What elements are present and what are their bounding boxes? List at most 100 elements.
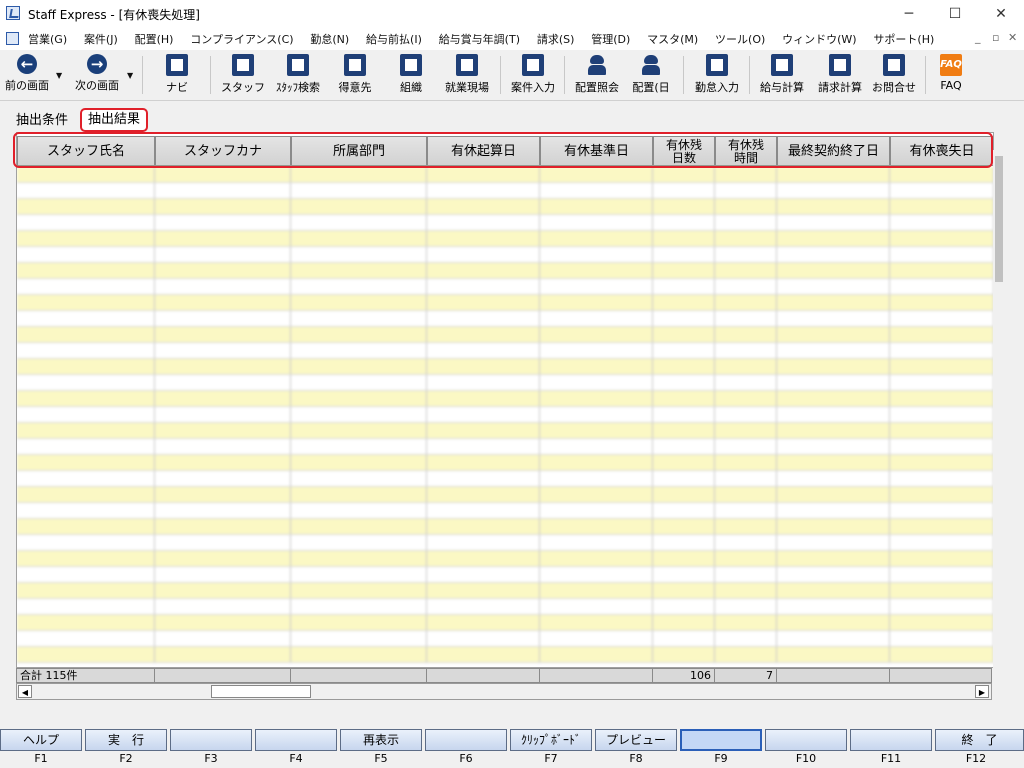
menu-window[interactable]: ウィンドウ(W) [782, 31, 856, 47]
menu-salary-advance[interactable]: 給与前払(I) [366, 31, 422, 47]
function-key-f10[interactable] [765, 729, 847, 751]
worksite-button[interactable]: 就業現場 [440, 52, 494, 98]
function-key-f11[interactable] [850, 729, 932, 751]
scroll-left-icon[interactable]: ◀ [18, 685, 32, 698]
function-key-f7[interactable]: ｸﾘｯﾌﾟﾎﾞｰﾄﾞ [510, 729, 592, 751]
client-button[interactable]: 得意先 [330, 52, 380, 98]
table-row[interactable] [17, 231, 993, 247]
table-row[interactable] [17, 343, 993, 359]
menu-compliance[interactable]: コンプライアンス(C) [190, 31, 293, 47]
function-key-f3[interactable] [170, 729, 252, 751]
table-row[interactable] [17, 263, 993, 279]
menu-billing[interactable]: 請求(S) [537, 31, 575, 47]
table-row[interactable] [17, 199, 993, 215]
back-button[interactable]: ← 前の画面 [2, 52, 52, 98]
table-row[interactable] [17, 359, 993, 375]
scroll-right-icon[interactable]: ▶ [975, 685, 989, 698]
table-row[interactable] [17, 439, 993, 455]
header-leave-remaining-days[interactable]: 有休残 日数 [653, 136, 715, 166]
forward-button[interactable]: → 次の画面 [70, 52, 124, 98]
function-key-f2[interactable]: 実 行 [85, 729, 167, 751]
function-key-f4[interactable] [255, 729, 337, 751]
placement-day-button[interactable]: 配置(日 [628, 52, 674, 98]
header-staff-name[interactable]: スタッフ氏名 [17, 136, 155, 166]
function-key-f6[interactable] [425, 729, 507, 751]
function-key-f5[interactable]: 再表示 [340, 729, 422, 751]
staff-button[interactable]: スタッフ [218, 52, 268, 98]
minimize-button[interactable]: ─ [886, 0, 932, 28]
table-row[interactable] [17, 535, 993, 551]
mdi-restore-button[interactable]: ▫ [992, 31, 999, 44]
table-row[interactable] [17, 583, 993, 599]
maximize-button[interactable]: ☐ [932, 0, 978, 28]
tab-conditions[interactable]: 抽出条件 [16, 111, 68, 131]
header-leave-expiry-date[interactable]: 有休喪失日 [890, 136, 993, 166]
placement-inquiry-button[interactable]: 配置照会 [570, 52, 624, 98]
table-row[interactable] [17, 183, 993, 199]
menu-placement[interactable]: 配置(H) [135, 31, 174, 47]
table-row[interactable] [17, 551, 993, 567]
table-row[interactable] [17, 631, 993, 647]
table-row[interactable] [17, 519, 993, 535]
table-row[interactable] [17, 503, 993, 519]
faq-button[interactable]: FAQ FAQ [930, 52, 972, 98]
header-leave-start-date[interactable]: 有休起算日 [427, 136, 540, 166]
menu-tools[interactable]: ツール(O) [715, 31, 765, 47]
grid-body[interactable] [17, 167, 993, 667]
vertical-scroll-thumb[interactable] [995, 156, 1003, 282]
table-row[interactable] [17, 455, 993, 471]
forward-dropdown-icon[interactable]: ▼ [127, 71, 133, 80]
menu-case[interactable]: 案件(J) [84, 31, 118, 47]
table-row[interactable] [17, 471, 993, 487]
table-row[interactable] [17, 407, 993, 423]
table-row[interactable] [17, 295, 993, 311]
close-button[interactable]: ✕ [978, 0, 1024, 28]
navi-button[interactable]: ナビ [152, 52, 202, 98]
org-button[interactable]: 組織 [386, 52, 436, 98]
table-row[interactable] [17, 647, 993, 663]
menu-master[interactable]: マスタ(M) [647, 31, 698, 47]
back-dropdown-icon[interactable]: ▼ [56, 71, 62, 80]
table-row[interactable] [17, 615, 993, 631]
mdi-close-button[interactable]: ✕ [1008, 31, 1017, 44]
function-key-f12[interactable]: 終 了 [935, 729, 1024, 751]
table-row[interactable] [17, 391, 993, 407]
horizontal-scroll-thumb[interactable] [211, 685, 311, 698]
menu-payroll[interactable]: 給与賞与年調(T) [439, 31, 520, 47]
header-department[interactable]: 所属部門 [291, 136, 427, 166]
table-row[interactable] [17, 327, 993, 343]
header-staff-kana[interactable]: スタッフカナ [155, 136, 291, 166]
menu-support[interactable]: サポート(H) [873, 31, 934, 47]
mdi-child-icon[interactable] [6, 32, 19, 45]
table-row[interactable] [17, 167, 993, 183]
table-row[interactable] [17, 311, 993, 327]
menu-sales[interactable]: 営業(G) [28, 31, 67, 47]
payroll-calc-button[interactable]: 給与計算 [754, 52, 810, 98]
header-last-contract-end-date[interactable]: 最終契約終了日 [777, 136, 890, 166]
header-leave-remaining-hours[interactable]: 有休残 時間 [715, 136, 777, 166]
table-row[interactable] [17, 375, 993, 391]
billing-calc-button[interactable]: 請求計算 [812, 52, 868, 98]
attendance-input-button[interactable]: 勤怠入力 [690, 52, 744, 98]
staff-search-button[interactable]: ｽﾀｯﾌ検索 [270, 52, 326, 98]
contact-button[interactable]: お問合せ [868, 52, 920, 98]
table-row[interactable] [17, 215, 993, 231]
header-leave-base-date[interactable]: 有休基準日 [540, 136, 653, 166]
function-key-f8[interactable]: プレビュー [595, 729, 677, 751]
table-row[interactable] [17, 279, 993, 295]
table-row[interactable] [17, 599, 993, 615]
results-grid[interactable]: スタッフ氏名 スタッフカナ 所属部門 有休起算日 有休基準日 有休残 日数 有休残 時間 最終契約… [16, 132, 994, 668]
table-row[interactable] [17, 567, 993, 583]
table-row[interactable] [17, 247, 993, 263]
menu-admin[interactable]: 管理(D) [591, 31, 630, 47]
function-key-f9[interactable] [680, 729, 762, 751]
horizontal-scrollbar[interactable]: ◀ ▶ [16, 683, 992, 700]
menu-attendance[interactable]: 勤怠(N) [310, 31, 349, 47]
case-input-button[interactable]: 案件入力 [506, 52, 560, 98]
table-row[interactable] [17, 487, 993, 503]
vertical-scrollbar[interactable] [993, 150, 1007, 668]
mdi-minimize-button[interactable]: _ [975, 31, 981, 44]
tab-results[interactable]: 抽出結果 [80, 108, 149, 132]
table-row[interactable] [17, 423, 993, 439]
function-key-f1[interactable]: ヘルプ [0, 729, 82, 751]
